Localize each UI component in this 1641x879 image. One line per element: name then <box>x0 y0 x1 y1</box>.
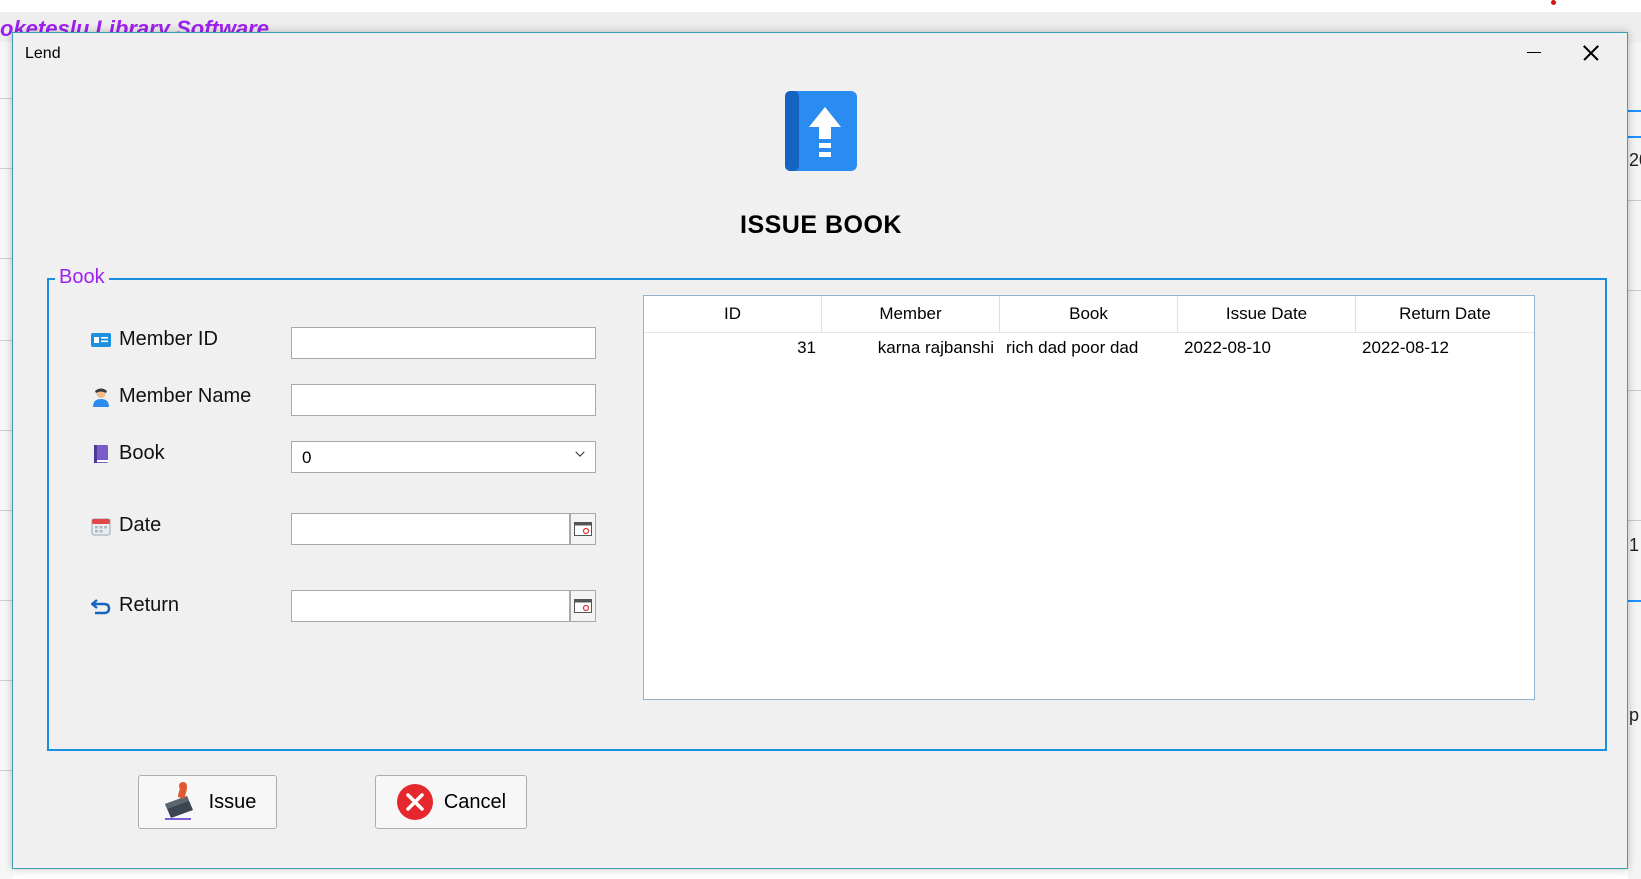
cell-return-date: 2022-08-12 <box>1362 338 1449 357</box>
id-card-icon <box>91 332 111 347</box>
member-id-input[interactable] <box>291 327 596 359</box>
column-header-return-date[interactable]: Return Date <box>1356 296 1534 332</box>
issue-button-label: Issue <box>208 790 257 813</box>
book-label-row: Book <box>91 442 165 465</box>
background-right-accent <box>1628 136 1641 138</box>
background-app-topbar <box>0 0 1641 12</box>
lend-dialog: Lend ISSUE BOOK Book Member ID Member Na… <box>12 32 1628 869</box>
member-name-input[interactable] <box>291 384 596 416</box>
return-date-picker-button[interactable] <box>570 590 596 622</box>
table-row[interactable]: 31 karna rajbanshi rich dad poor dad 202… <box>644 332 1534 364</box>
table-header: ID Member Book Issue Date Return Date <box>644 296 1534 333</box>
member-name-label-row: Member Name <box>91 385 251 408</box>
groupbox-legend: Book <box>55 266 109 289</box>
background-red-dot <box>1551 0 1556 5</box>
book-upload-icon <box>785 91 857 171</box>
background-right-text: 1 <box>1629 535 1640 555</box>
close-icon[interactable] <box>1571 37 1611 67</box>
page-title: ISSUE BOOK <box>740 211 902 239</box>
background-right-accent <box>1628 600 1641 602</box>
member-name-label: Member Name <box>119 385 252 407</box>
date-label-row: Date <box>91 514 161 537</box>
user-icon <box>93 388 109 407</box>
cancel-button[interactable]: Cancel <box>375 775 527 829</box>
column-header-id[interactable]: ID <box>644 296 822 332</box>
chevron-down-icon <box>575 451 585 457</box>
stamp-icon <box>164 782 193 820</box>
cell-member: karna rajbanshi <box>877 338 994 357</box>
window-title: Lend <box>25 45 61 62</box>
book-icon <box>94 444 108 463</box>
book-select[interactable]: 0 <box>291 441 596 473</box>
book-select-value: 0 <box>302 448 312 467</box>
cell-issue-date: 2022-08-10 <box>1184 338 1271 357</box>
cell-book: rich dad poor dad <box>1006 338 1139 357</box>
calendar-picker-icon <box>574 599 592 613</box>
column-header-book[interactable]: Book <box>1000 296 1178 332</box>
book-label: Book <box>119 442 165 464</box>
return-date-input[interactable] <box>291 590 570 622</box>
return-arrow-icon <box>91 598 111 614</box>
background-right-line <box>1628 290 1641 291</box>
date-input[interactable] <box>291 513 570 545</box>
return-label: Return <box>119 594 180 616</box>
date-label: Date <box>119 514 162 536</box>
background-right-text: p <box>1629 705 1640 725</box>
calendar-icon <box>91 518 111 535</box>
member-id-label: Member ID <box>119 328 218 350</box>
book-groupbox: Book Member ID Member Name Book 0 Date R… <box>47 266 1607 751</box>
column-header-issue-date[interactable]: Issue Date <box>1178 296 1356 332</box>
cell-id: 31 <box>797 338 816 357</box>
return-label-row: Return <box>91 594 179 617</box>
date-picker-button[interactable] <box>570 513 596 545</box>
cancel-button-label: Cancel <box>443 790 507 813</box>
background-right-line <box>1628 390 1641 391</box>
issue-button[interactable]: Issue <box>138 775 277 829</box>
background-right-line <box>1628 520 1641 521</box>
issued-books-table[interactable]: ID Member Book Issue Date Return Date 31… <box>643 295 1535 700</box>
cancel-x-icon <box>396 784 433 820</box>
background-right-accent <box>1628 110 1641 112</box>
background-right-text: 20 <box>1629 150 1641 170</box>
background-right-line <box>1628 200 1641 201</box>
minimize-icon[interactable] <box>1513 37 1553 67</box>
member-id-label-row: Member ID <box>91 328 218 351</box>
calendar-picker-icon <box>574 522 592 536</box>
column-header-member[interactable]: Member <box>822 296 1000 332</box>
